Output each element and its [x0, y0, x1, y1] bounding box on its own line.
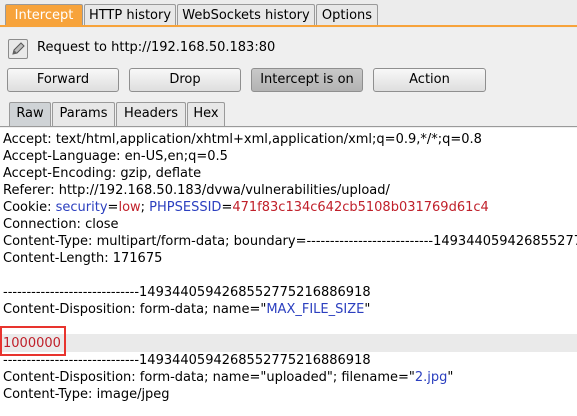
disposition-suffix: " [364, 302, 371, 317]
upload-filename: 2.jpg [414, 370, 448, 385]
tab-hex[interactable]: Hex [187, 102, 225, 126]
tab-params[interactable]: Params [52, 102, 115, 126]
cookie-key-security: security [55, 200, 108, 215]
edit-button[interactable] [8, 39, 28, 59]
forward-button[interactable]: Forward [7, 68, 119, 92]
action-button[interactable]: Action [373, 68, 486, 92]
header-content-type: Content-Type: multipart/form-data; bound… [3, 234, 577, 249]
tab-raw[interactable]: Raw [9, 102, 51, 126]
header-connection: Connection: close [3, 217, 119, 232]
cookie-eq: = [221, 200, 233, 215]
header-cookie: Cookie: security=low; PHPSESSID=471f83c1… [3, 199, 489, 216]
tab-divider [0, 126, 577, 127]
disposition-prefix: Content-Disposition: form-data; name=" [3, 302, 267, 317]
header-accept-language: Accept-Language: en-US,en;q=0.5 [3, 149, 228, 164]
field-name: MAX_FILE_SIZE [266, 302, 365, 317]
intercept-toggle-button[interactable]: Intercept is on [251, 68, 363, 92]
highlight-annotation-box [0, 326, 66, 356]
cookie-value-security: low [118, 200, 141, 215]
disposition-suffix: " [447, 370, 454, 385]
tab-http-history[interactable]: HTTP history [84, 4, 176, 26]
cookie-value-phpsessid: 471f83c134c642cb5108b031769d61c4 [232, 200, 489, 215]
tab-underline [0, 25, 577, 27]
multipart-boundary: -----------------------------14934405942… [3, 285, 371, 300]
cookie-prefix: Cookie: [3, 200, 56, 215]
tab-options[interactable]: Options [316, 4, 378, 26]
header-accept-encoding: Accept-Encoding: gzip, deflate [3, 166, 202, 181]
current-line-highlight [0, 334, 577, 352]
tab-intercept[interactable]: Intercept [5, 4, 83, 26]
tab-headers[interactable]: Headers [116, 102, 186, 126]
tab-websockets-history[interactable]: WebSockets history [177, 4, 315, 26]
cookie-separator: ; [140, 200, 150, 215]
part-content-type: Content-Type: image/jpeg [3, 387, 170, 402]
top-tab-bar: Intercept HTTP history WebSockets histor… [0, 0, 577, 28]
header-content-length: Content-Length: 171675 [3, 251, 163, 266]
disposition-prefix: Content-Disposition: form-data; name="up… [3, 370, 415, 385]
drop-button[interactable]: Drop [129, 68, 241, 92]
cookie-key-phpsessid: PHPSESSID [149, 200, 222, 215]
cookie-eq: = [107, 200, 119, 215]
pencil-icon [12, 42, 25, 55]
content-disposition-line: Content-Disposition: form-data; name="up… [3, 369, 453, 386]
header-referer: Referer: http://192.168.50.183/dvwa/vuln… [3, 183, 390, 198]
content-disposition-line: Content-Disposition: form-data; name="MA… [3, 301, 370, 318]
request-editor[interactable]: Accept: text/html,application/xhtml+xml,… [0, 128, 577, 416]
request-label: Request to http://192.168.50.183:80 [37, 40, 276, 55]
header-accept: Accept: text/html,application/xhtml+xml,… [3, 132, 482, 147]
